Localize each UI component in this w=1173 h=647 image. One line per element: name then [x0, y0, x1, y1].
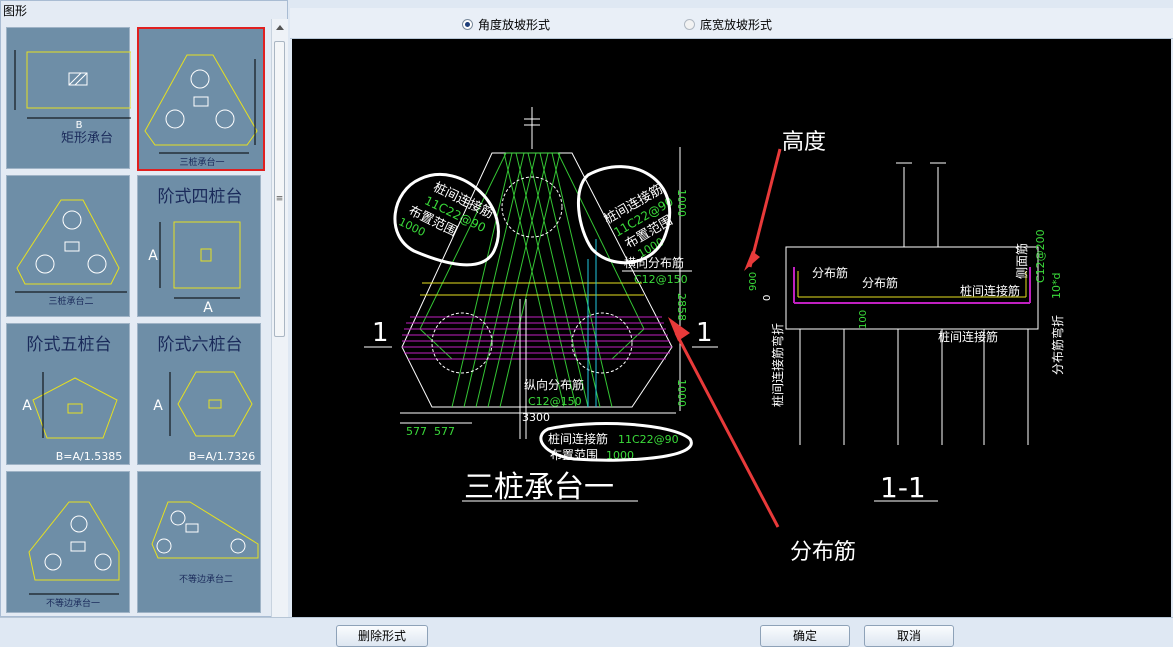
- preview-panel: 角度放坡形式 底宽放坡形式 1 1 1000 2858 1000 3300 57…: [290, 8, 1173, 617]
- thumb-label: 三桩承台二: [48, 295, 93, 307]
- sec-side-spec: C12@200: [1034, 229, 1047, 283]
- sec-side: 侧面筋: [1014, 243, 1029, 279]
- thumb-formula: B=A/1.7326: [189, 450, 255, 463]
- thumb-dim: B: [76, 120, 83, 131]
- sec-bent: 分布筋弯折: [1050, 315, 1065, 375]
- cancel-button[interactable]: 取消: [864, 625, 954, 647]
- section-title: 1-1: [880, 471, 926, 504]
- scroll-up-icon[interactable]: [272, 19, 288, 35]
- radio-width-slope[interactable]: 底宽放坡形式: [684, 16, 772, 33]
- sec-between-2: 桩间连接筋: [938, 329, 998, 344]
- delete-style-button[interactable]: 删除形式: [336, 625, 428, 647]
- sec-100: 100: [858, 310, 869, 329]
- thumb-step-four[interactable]: 阶式四桩台 A A: [137, 175, 261, 317]
- sec-900: 900: [748, 272, 759, 291]
- dim-577a: 577: [406, 425, 427, 438]
- thumb-label: 阶式六桩台: [158, 335, 243, 355]
- section-mark-left: 1: [372, 318, 389, 348]
- drawing-canvas: 1 1 1000 2858 1000 3300 577 577 桩间连接筋 11…: [292, 39, 1171, 617]
- radio-angle-slope[interactable]: 角度放坡形式: [462, 16, 550, 33]
- plan-view: 1 1 1000 2858 1000 3300 577 577 桩间连接筋 11…: [364, 107, 718, 505]
- dim-577b: 577: [434, 425, 455, 438]
- section-mark-right: 1: [696, 318, 713, 348]
- panel-title: 图形: [3, 4, 28, 18]
- sec-dist-2: 分布筋: [862, 275, 898, 290]
- thumb-dim: A: [148, 248, 158, 264]
- shape-panel: 图形 B 矩形承台 三桩承台一 三桩承台二 阶式四桩台 A A 阶式五桩台 A …: [0, 0, 288, 617]
- thumb-step-six[interactable]: 阶式六桩台 A B=A/1.7326: [137, 323, 261, 465]
- dim-1000b: 1000: [675, 379, 688, 407]
- thumbnail-list: B 矩形承台 三桩承台一 三桩承台二 阶式四桩台 A A 阶式五桩台 A B=A…: [4, 19, 270, 617]
- thumb-label: 阶式五桩台: [27, 335, 112, 355]
- thumb-three-pile-1[interactable]: 三桩承台一: [137, 27, 265, 171]
- thumb-dim: A: [203, 300, 213, 316]
- scroll-thumb[interactable]: [274, 41, 285, 337]
- label-between-pile-3-spec: 11C22@90: [618, 433, 679, 446]
- slope-option-bar: 角度放坡形式 底宽放坡形式: [290, 8, 1173, 39]
- thumb-label: 三桩承台一: [179, 156, 224, 168]
- thumb-step-five[interactable]: 阶式五桩台 A B=A/1.5385: [6, 323, 130, 465]
- thumb-three-pile-2[interactable]: 三桩承台二: [6, 175, 130, 317]
- dialog-button-bar: 删除形式 确定 取消: [0, 617, 1173, 647]
- thumb-label: 不等边承台二: [179, 573, 233, 585]
- dim-2858: 2858: [675, 293, 688, 321]
- annot-dist: 分布筋: [790, 540, 856, 565]
- annot-height: 高度: [782, 130, 826, 155]
- sec-between-1: 桩间连接筋: [960, 283, 1020, 298]
- dim-3300: 3300: [522, 411, 550, 424]
- thumb-rect-cap[interactable]: B 矩形承台: [6, 27, 131, 169]
- ok-button[interactable]: 确定: [760, 625, 850, 647]
- radio-unselected-icon[interactable]: [684, 19, 695, 30]
- radio-angle-label: 角度放坡形式: [478, 18, 551, 32]
- label-between-pile-3: 桩间连接筋: [548, 431, 608, 446]
- sec-0: 0: [762, 295, 773, 301]
- thumb-label: 矩形承台: [61, 131, 113, 146]
- thumb-unequal-2[interactable]: 不等边承台二: [137, 471, 261, 613]
- thumb-label: 阶式四桩台: [158, 187, 243, 207]
- sec-between-bent: 桩间连接筋弯折: [770, 323, 785, 407]
- thumbnail-scrollbar[interactable]: ≡: [271, 19, 288, 617]
- thumb-formula: B=A/1.5385: [56, 450, 122, 463]
- thumb-dim: A: [22, 398, 32, 414]
- label-horiz-dist-spec: C12@150: [634, 273, 688, 286]
- grip-icon: ≡: [275, 194, 284, 204]
- main-drawing-title: 三桩承台一: [464, 470, 614, 505]
- sec-bent-val: 10*d: [1050, 273, 1063, 299]
- label-vert-dist-spec: C12@150: [528, 395, 582, 408]
- section-view: 分布筋 分布筋 桩间连接筋 桩间连接筋 侧面筋 C12@200 分布筋弯折 10…: [748, 162, 1065, 504]
- thumb-dim: A: [153, 398, 163, 414]
- radio-width-label: 底宽放坡形式: [700, 18, 773, 32]
- sec-dist-1: 分布筋: [812, 265, 848, 280]
- radio-selected-icon[interactable]: [462, 19, 473, 30]
- label-vert-dist: 纵向分布筋: [524, 377, 584, 392]
- dim-1000a: 1000: [675, 189, 688, 217]
- thumb-label: 不等边承台一: [46, 597, 100, 609]
- thumb-unequal-1[interactable]: 不等边承台一: [6, 471, 130, 613]
- label-horiz-dist: 横向分布筋: [624, 255, 684, 270]
